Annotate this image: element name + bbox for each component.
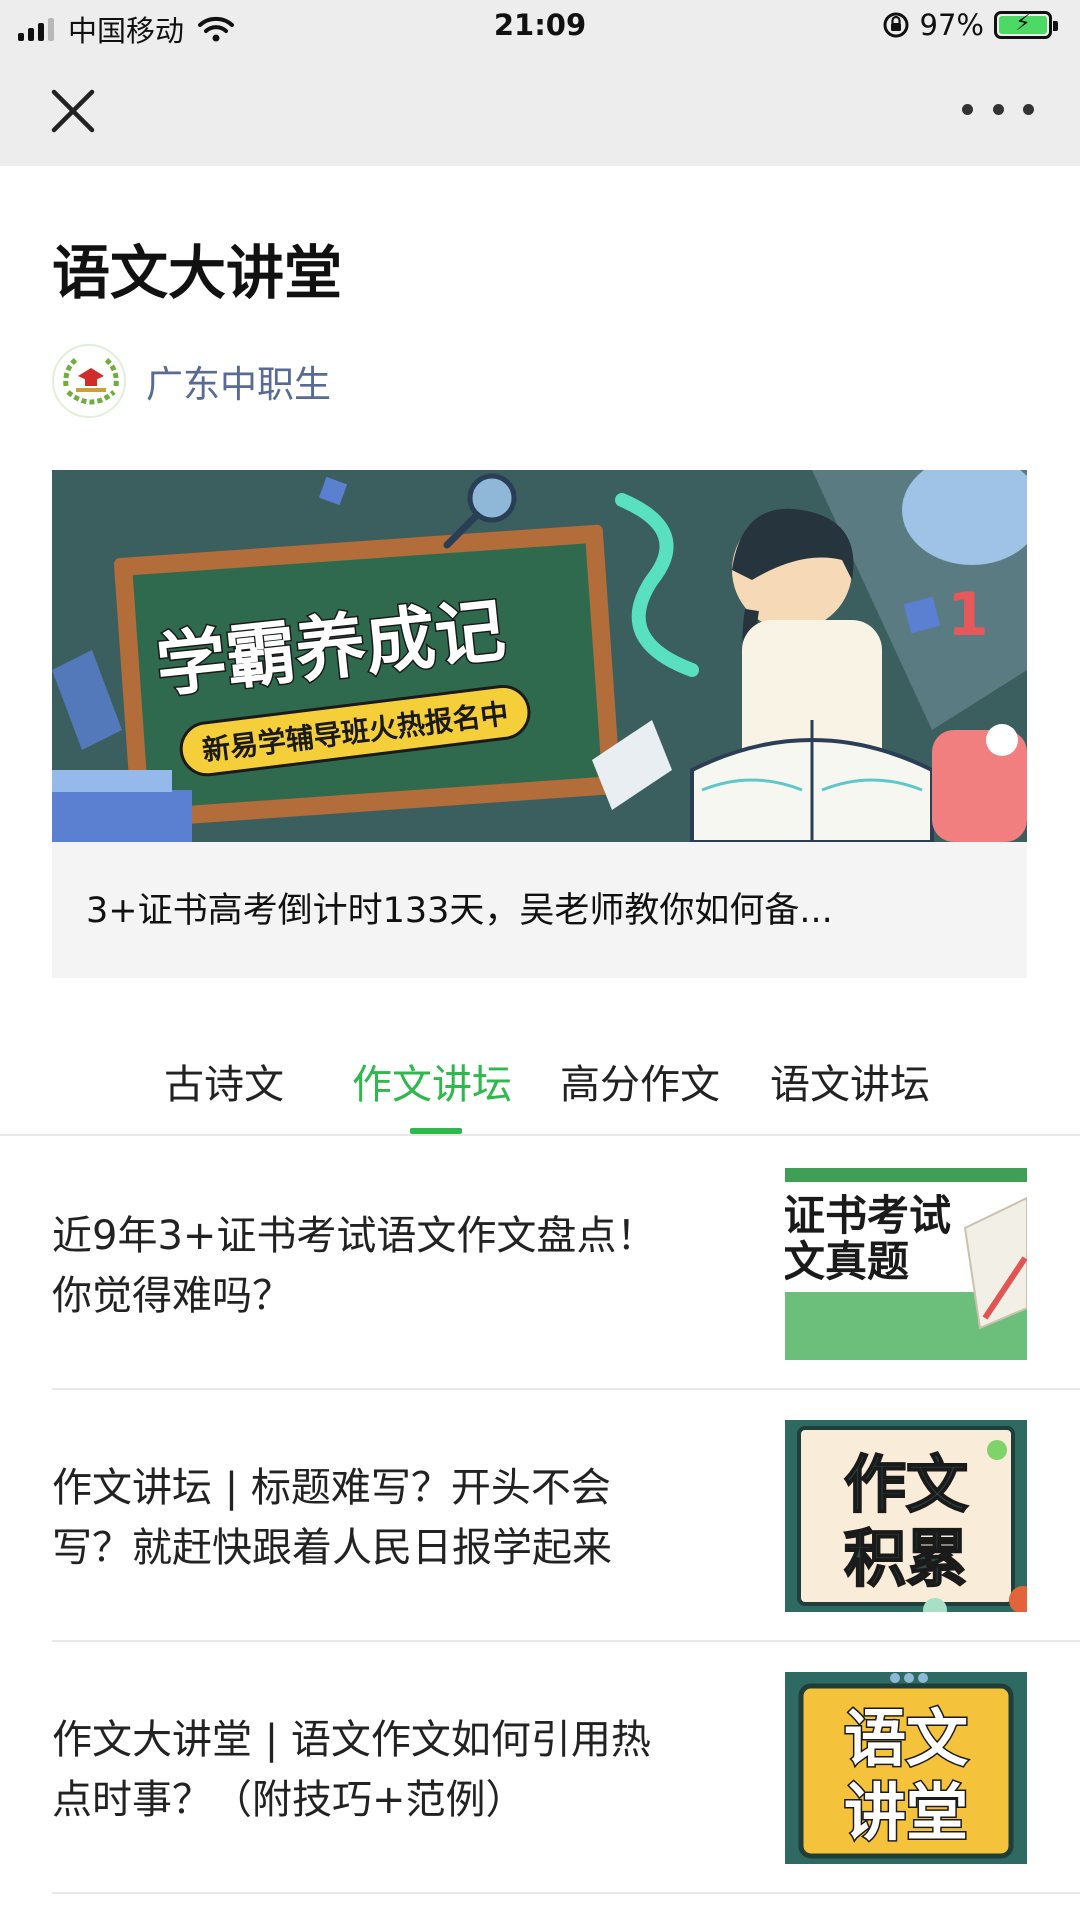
banner-caption: 3+证书高考倒计时133天，吴老师教你如何备... bbox=[86, 891, 833, 931]
battery-percent: 97% bbox=[919, 8, 984, 42]
account-link[interactable]: 广东中职生 bbox=[52, 344, 331, 418]
active-tab-indicator bbox=[410, 1128, 462, 1134]
top-bar: 中国移动 21:09 97% ⚡ bbox=[0, 0, 1080, 166]
page-title: 语文大讲堂 bbox=[52, 239, 343, 307]
list-item[interactable]: 作文讲坛 | 标题难写？开头不会 写？就赶快跟着人民日报学起来 作文 积累 bbox=[52, 1390, 1080, 1642]
svg-text:积累: 积累 bbox=[844, 1522, 968, 1595]
featured-article[interactable]: 学霸养成记 新易学辅导班火热报名中 1 3+证书高考倒计时133天，吴老师教你如… bbox=[52, 470, 1027, 978]
banner-image: 学霸养成记 新易学辅导班火热报名中 1 bbox=[52, 470, 1027, 842]
svg-text:讲堂: 讲堂 bbox=[844, 1776, 968, 1849]
tab-essay-forum[interactable]: 作文讲坛 bbox=[352, 1052, 512, 1110]
article-thumbnail: 作文 积累 bbox=[785, 1420, 1027, 1612]
status-right: 97% ⚡ bbox=[882, 8, 1058, 42]
list-item[interactable]: 作文大讲堂 | 语文作文如何引用热 点时事？（附技巧+范例） 语文 讲堂 bbox=[52, 1642, 1080, 1894]
laurel-logo-icon bbox=[58, 350, 124, 416]
article-title: 近9年3+证书考试语文作文盘点！ 你觉得难吗？ bbox=[52, 1213, 657, 1319]
article-title: 作文讲坛 | 标题难写？开头不会 写？就赶快跟着人民日报学起来 bbox=[52, 1465, 612, 1571]
rotation-lock-icon bbox=[883, 12, 909, 38]
article-title: 作文大讲堂 | 语文作文如何引用热 点时事？（附技巧+范例） bbox=[52, 1717, 651, 1823]
category-tabs: 古诗文 作文讲坛 高分作文 语文讲坛 bbox=[0, 1040, 1080, 1136]
close-icon bbox=[51, 89, 95, 133]
svg-text:1: 1 bbox=[947, 580, 989, 650]
tab-chinese-forum[interactable]: 语文讲坛 bbox=[770, 1052, 930, 1110]
battery-charging-icon: ⚡ bbox=[994, 11, 1058, 39]
status-bar: 中国移动 21:09 97% ⚡ bbox=[0, 0, 1080, 54]
svg-text:文真题: 文真题 bbox=[785, 1237, 909, 1286]
svg-text:作文: 作文 bbox=[844, 1448, 968, 1521]
more-button[interactable] bbox=[962, 94, 1034, 124]
article-thumbnail: 语文 讲堂 bbox=[785, 1672, 1027, 1864]
tab-classic-poetry[interactable]: 古诗文 bbox=[164, 1052, 284, 1110]
more-icon bbox=[962, 103, 973, 115]
close-button[interactable] bbox=[46, 84, 100, 138]
account-avatar bbox=[52, 344, 126, 418]
article-thumbnail: 证书考试 文真题 bbox=[785, 1168, 1027, 1360]
list-item[interactable]: 近9年3+证书考试语文作文盘点！ 你觉得难吗？ 证书考试 文真题 bbox=[52, 1138, 1080, 1390]
svg-text:证书考试: 证书考试 bbox=[785, 1191, 951, 1240]
account-name: 广东中职生 bbox=[146, 363, 331, 406]
svg-text:语文: 语文 bbox=[844, 1702, 968, 1775]
tab-high-score-essays[interactable]: 高分作文 bbox=[560, 1052, 720, 1110]
